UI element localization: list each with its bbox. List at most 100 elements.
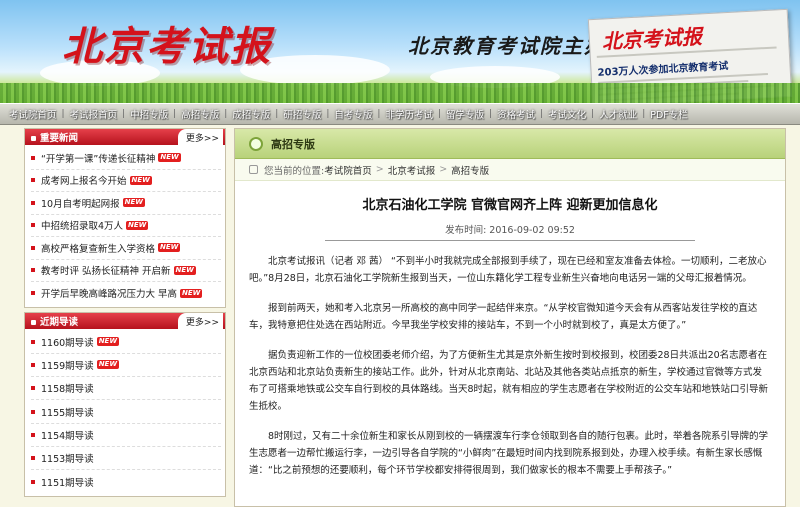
main-nav: 考试院首页 | 考试报首页 | 中招专版 | 高招专版 | 成招专版 | 研招专版 | 自考… <box>0 103 800 125</box>
issue-link[interactable]: 1154期导读 <box>41 428 94 442</box>
nav-item-exam-home[interactable]: 考试院首页 <box>4 107 62 121</box>
nav-item-qualification[interactable]: 资格考试 <box>492 107 540 121</box>
news-box: 重要新闻 更多>> “开学第一课”传递长征精神 NEW 成考网上报名今开始 NEW … <box>24 128 226 308</box>
bullet-icon <box>31 155 35 160</box>
news-link[interactable]: 中招统招录取4万人 <box>41 218 123 232</box>
news-link[interactable]: 10月自考明起网报 <box>41 196 120 210</box>
new-badge-icon: NEW <box>180 288 203 298</box>
article-paragraph: 报到前两天，她和考入北京另一所高校的高中同学一起结伴来京。“从学校官微知道今天会… <box>249 303 758 331</box>
issues-box: 近期导读 更多>> 1160期导读 NEW 1159期导读 NEW 1158期导读 … <box>24 311 226 497</box>
nav-item-chengzhao[interactable]: 成招专版 <box>227 107 275 121</box>
breadcrumb-arrow-icon: > <box>439 164 448 175</box>
new-badge-icon: NEW <box>122 198 145 208</box>
bullet-icon <box>31 339 35 344</box>
list-item[interactable]: 高校严格复查新生入学资格 NEW <box>31 237 221 260</box>
section-title: 高招专版 <box>271 137 315 151</box>
list-item[interactable]: 教考时评 弘扬长征精神 开启新 NEW <box>31 260 221 282</box>
news-link[interactable]: 开学后早晚高峰路况压力大 早高 <box>41 286 177 300</box>
news-link[interactable]: 高校严格复查新生入学资格 <box>41 241 155 255</box>
bullet-icon <box>31 456 35 461</box>
news-box-header: 重要新闻 更多>> <box>25 129 225 145</box>
news-more-link[interactable]: 更多>> <box>177 129 223 145</box>
bullet-icon <box>31 245 35 250</box>
article-panel: 高招专版 您当前的位置: 考试院首页 > 北京考试报 > 高招专版 北京石油化工… <box>234 128 786 507</box>
list-item[interactable]: 1151期导读 <box>31 470 221 493</box>
left-sidebar: 重要新闻 更多>> “开学第一课”传递长征精神 NEW 成考网上报名今开始 NEW … <box>24 128 226 501</box>
breadcrumb-link-paper[interactable]: 北京考试报 <box>388 163 436 177</box>
new-badge-icon: NEW <box>96 360 120 370</box>
issue-link[interactable]: 1155期导读 <box>41 405 94 419</box>
breadcrumb-link-gaozhao[interactable]: 高招专版 <box>451 163 489 177</box>
list-item[interactable]: 中招统招录取4万人 NEW <box>31 215 221 237</box>
issue-link[interactable]: 1159期导读 <box>41 358 94 372</box>
news-box-title: 重要新闻 <box>31 130 78 144</box>
nav-item-zikao[interactable]: 自考专版 <box>329 107 377 121</box>
issue-link[interactable]: 1151期导读 <box>41 475 94 489</box>
article-title: 北京石油化工学院 官微官网齐上阵 迎新更加信息化 <box>362 198 658 213</box>
nav-item-pdf[interactable]: PDF专栏 <box>645 107 693 121</box>
list-item[interactable]: 1154期导读 <box>31 424 221 447</box>
newspaper-masthead: 北京考试报 <box>601 24 703 54</box>
bullet-icon <box>31 268 35 273</box>
new-badge-icon: NEW <box>158 243 181 253</box>
article-pubdate: 发布时间: 2016-09-02 09:52 <box>325 222 695 241</box>
new-badge-icon: NEW <box>173 265 196 275</box>
nav-item-gaozhao[interactable]: 高招专版 <box>176 107 224 121</box>
bullet-icon <box>31 362 35 367</box>
nav-item-zhongzhao[interactable]: 中招专版 <box>125 107 173 121</box>
nav-item-yanzhao[interactable]: 研招专版 <box>278 107 326 121</box>
issues-box-header: 近期导读 更多>> <box>25 312 225 329</box>
news-link[interactable]: 成考网上报名今开始 <box>41 173 127 187</box>
news-list: “开学第一课”传递长征精神 NEW 成考网上报名今开始 NEW 10月自考明起网报 N… <box>25 145 225 307</box>
site-logo[interactable]: 北京考试报 <box>62 14 272 72</box>
issues-box-title: 近期导读 <box>31 314 78 328</box>
publisher-slogan: 北京教育考试院主办 <box>408 34 606 58</box>
issue-link[interactable]: 1158期导读 <box>41 381 94 395</box>
new-badge-icon: NEW <box>129 175 152 185</box>
article-paragraph: 据负责迎新工作的一位校团委老师介绍，为了方便新生尤其是京外新生按时到校报到，校团… <box>249 350 769 412</box>
list-item[interactable]: 成考网上报名今开始 NEW <box>31 170 221 192</box>
nav-item-study-abroad[interactable]: 留学专版 <box>441 107 489 121</box>
issues-list: 1160期导读 NEW 1159期导读 NEW 1158期导读 1155期导读 11… <box>25 329 225 496</box>
bullet-icon <box>31 178 35 183</box>
breadcrumb: 您当前的位置: 考试院首页 > 北京考试报 > 高招专版 <box>235 159 785 181</box>
section-header: 高招专版 <box>235 129 785 159</box>
list-item[interactable]: 1160期导读 NEW <box>31 331 221 354</box>
nav-item-exam-culture[interactable]: 考试文化 <box>543 107 591 121</box>
list-item[interactable]: 10月自考明起网报 NEW <box>31 192 221 215</box>
bullet-icon <box>31 479 35 484</box>
home-icon <box>249 165 258 174</box>
nav-item-careers[interactable]: 人才就业 <box>594 107 642 121</box>
list-item[interactable]: 1153期导读 <box>31 447 221 471</box>
new-badge-icon: NEW <box>126 220 149 230</box>
nav-item-non-degree[interactable]: 非学历考试 <box>380 107 438 121</box>
breadcrumb-arrow-icon: > <box>375 164 384 175</box>
bullet-icon <box>31 223 35 228</box>
nav-item-paper-home[interactable]: 考试报首页 <box>65 107 123 121</box>
site-banner: 北京考试报 北京考试报 北京教育考试院主办 北京考试报 203万人次参加北京教育… <box>0 0 800 103</box>
section-circle-icon <box>249 136 263 151</box>
news-link[interactable]: “开学第一课”传递长征精神 <box>41 151 155 165</box>
new-badge-icon: NEW <box>96 337 120 347</box>
bullet-icon <box>31 432 35 437</box>
issues-more-link[interactable]: 更多>> <box>177 312 223 329</box>
article-paragraph: 8时刚过，又有二十余位新生和家长从刚到校的一辆摆渡车行李仓领取到各自的随行包裹。… <box>249 431 769 476</box>
list-item[interactable]: “开学第一课”传递长征精神 NEW <box>31 147 221 170</box>
article-paragraph: 北京考试报讯（记者 邓 茜） “不到半小时我就完成全部报到手续了，现在已经和室友… <box>249 256 767 284</box>
grass-decoration <box>0 83 800 103</box>
issue-link[interactable]: 1160期导读 <box>41 335 94 349</box>
article-body: 北京考试报讯（记者 邓 茜） “不到半小时我就完成全部报到手续了，现在已经和室友… <box>235 241 785 479</box>
list-item[interactable]: 开学后早晚高峰路况压力大 早高 NEW <box>31 282 221 305</box>
new-badge-icon: NEW <box>158 153 181 163</box>
breadcrumb-prefix: 您当前的位置: <box>264 165 325 177</box>
list-item[interactable]: 1158期导读 <box>31 377 221 401</box>
bullet-icon <box>31 409 35 414</box>
bullet-icon <box>31 291 35 296</box>
news-link[interactable]: 教考时评 弘扬长征精神 开启新 <box>41 263 171 277</box>
bullet-icon <box>31 200 35 205</box>
breadcrumb-link-exam-home[interactable]: 考试院首页 <box>324 163 372 177</box>
list-item[interactable]: 1159期导读 NEW <box>31 354 221 378</box>
list-item[interactable]: 1155期导读 <box>31 400 221 424</box>
bullet-icon <box>31 386 35 391</box>
issue-link[interactable]: 1153期导读 <box>41 451 94 465</box>
